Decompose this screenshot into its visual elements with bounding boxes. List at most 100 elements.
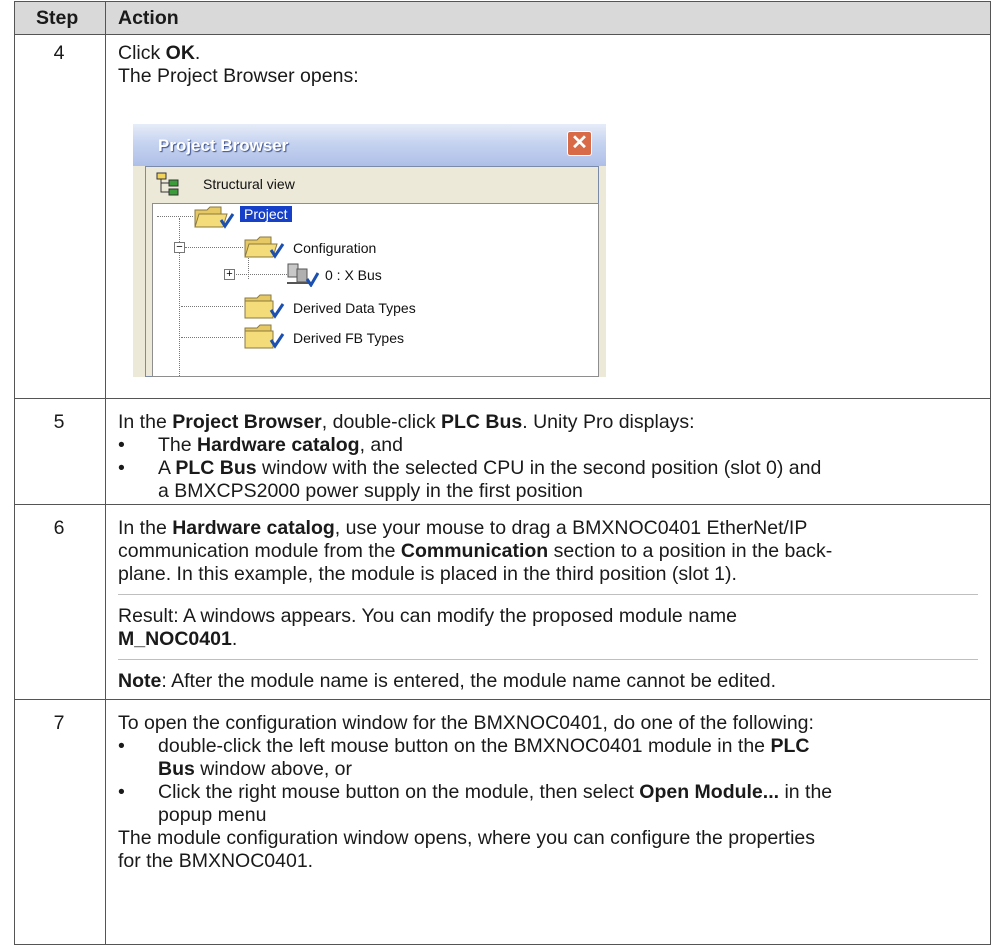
table-row-step-4: 4 Click OK. The Project Browser opens: P… xyxy=(14,35,991,398)
collapse-icon[interactable]: − xyxy=(174,242,185,253)
step-column-header: Step xyxy=(36,7,79,29)
folder-open-icon xyxy=(194,206,235,229)
text: communication module from the xyxy=(118,540,401,562)
text: Click the right mouse button on the modu… xyxy=(158,781,640,803)
text: , double-click xyxy=(321,411,441,433)
text: In the xyxy=(118,517,173,539)
table-border xyxy=(14,1,991,2)
step-action: In the Project Browser, double-click PLC… xyxy=(118,411,978,503)
bullet-icon: • xyxy=(118,735,125,757)
step-action: To open the configuration window for the… xyxy=(118,712,978,873)
bold-term: M_NOC0401 xyxy=(118,628,232,650)
table-border xyxy=(14,1,15,945)
structural-view-icon xyxy=(156,172,179,196)
action-line: The module configuration window opens, w… xyxy=(118,827,816,849)
bold-term: Note xyxy=(118,670,162,692)
bold-term: OK xyxy=(165,42,195,64)
tree-node-configuration[interactable]: Configuration xyxy=(293,240,376,256)
bold-term: Hardware catalog xyxy=(197,434,360,456)
tree-connector xyxy=(181,337,243,338)
table-row-step-5: 5 In the Project Browser, double-click P… xyxy=(14,399,991,504)
project-browser-screenshot: Project Browser ✕ Structural view − + Pr… xyxy=(133,124,606,377)
folder-icon xyxy=(244,324,285,349)
bullet-icon: • xyxy=(118,781,125,803)
table-border xyxy=(990,1,991,945)
bus-icon xyxy=(287,263,319,287)
tree-connector xyxy=(185,247,243,248)
action-line: The Project Browser opens: xyxy=(118,65,359,87)
step-action: Click OK. The Project Browser opens: xyxy=(118,42,978,88)
project-tree: − + Project Configuration 0: X Bus Deri… xyxy=(152,203,599,377)
tree-node-project[interactable]: Project xyxy=(240,206,292,222)
text: . xyxy=(194,42,201,64)
bold-term: PLC xyxy=(770,735,810,757)
tree-connector xyxy=(181,306,243,307)
action-line: M_NOC0401. xyxy=(118,628,978,651)
bullet-item: • The Hardware catalog, and xyxy=(118,434,978,457)
window-title: Project Browser xyxy=(158,136,289,155)
step-number: 5 xyxy=(53,411,65,433)
text: , use your mouse to drag a BMXNOC0401 Et… xyxy=(334,517,808,539)
bold-term: PLC Bus xyxy=(175,457,257,479)
window-title-bar: Project Browser ✕ xyxy=(133,124,606,166)
table-border xyxy=(14,34,991,35)
text: a BMXCPS2000 power supply in the first p… xyxy=(158,480,583,502)
table-border xyxy=(105,1,106,945)
bullet-item: • Click the right mouse button on the mod… xyxy=(118,781,978,827)
table-border xyxy=(14,944,991,945)
text: window above, or xyxy=(194,758,353,780)
action-line: Click OK. xyxy=(118,42,978,65)
text: , and xyxy=(359,434,403,456)
table-border xyxy=(14,699,991,700)
folder-icon xyxy=(244,294,285,319)
action-line: To open the configuration window for the… xyxy=(118,712,814,734)
tree-node-x-bus[interactable]: 0 : X Bus xyxy=(325,267,382,283)
action-line: for the BMXNOC0401. xyxy=(118,850,314,872)
table-border xyxy=(14,398,991,399)
bold-term: PLC Bus xyxy=(441,411,523,433)
step-number: 7 xyxy=(53,712,65,734)
table-header-row: Step Action xyxy=(14,1,991,35)
bold-term: Project Browser xyxy=(172,411,322,433)
text: . xyxy=(231,628,238,650)
bullet-icon: • xyxy=(118,434,125,456)
text: double-click the left mouse button on th… xyxy=(158,735,771,757)
table-border xyxy=(14,504,991,505)
text: window with the selected CPU in the seco… xyxy=(256,457,822,479)
action-line: In the Hardware catalog, use your mouse … xyxy=(118,517,978,540)
action-line: In the Project Browser, double-click PLC… xyxy=(118,411,978,434)
divider xyxy=(118,659,978,660)
bold-term: Bus xyxy=(158,758,195,780)
bold-term: Hardware catalog xyxy=(172,517,335,539)
divider xyxy=(118,594,978,595)
text: section to a position in the back- xyxy=(548,540,833,562)
action-line: Result: A windows appears. You can modif… xyxy=(118,605,737,627)
bullet-icon: • xyxy=(118,457,125,479)
text: In the xyxy=(118,411,173,433)
table-row-step-6: 6 In the Hardware catalog, use your mous… xyxy=(14,505,991,699)
bold-term: Communication xyxy=(400,540,549,562)
text: : After the module name is entered, the … xyxy=(161,670,776,692)
step-action: In the Hardware catalog, use your mouse … xyxy=(118,517,978,693)
text: The xyxy=(158,434,198,456)
action-line: communication module from the Communicat… xyxy=(118,540,978,563)
steps-table: Step Action 4 Click OK. The Project Brow… xyxy=(14,1,991,945)
folder-open-icon xyxy=(244,236,285,259)
text: Click xyxy=(118,42,166,64)
structural-view-label: Structural view xyxy=(203,176,295,192)
text: in the xyxy=(779,781,833,803)
tree-connector xyxy=(231,274,287,275)
step-number: 4 xyxy=(53,42,65,64)
close-icon[interactable]: ✕ xyxy=(567,131,592,156)
action-line: Note: After the module name is entered, … xyxy=(118,670,978,693)
action-line: plane. In this example, the module is pl… xyxy=(118,563,737,585)
action-column-header: Action xyxy=(118,7,179,29)
table-row-step-7: 7 To open the configuration window for t… xyxy=(14,700,991,945)
tree-node-derived-data-types[interactable]: Derived Data Types xyxy=(293,300,416,316)
bold-term: Open Module... xyxy=(639,781,780,803)
bullet-item: • A PLC Bus window with the selected CPU … xyxy=(118,457,978,503)
step-number: 6 xyxy=(53,517,65,539)
expand-icon[interactable]: + xyxy=(224,269,235,280)
text: . Unity Pro displays: xyxy=(522,411,695,433)
tree-node-derived-fb-types[interactable]: Derived FB Types xyxy=(293,330,404,346)
